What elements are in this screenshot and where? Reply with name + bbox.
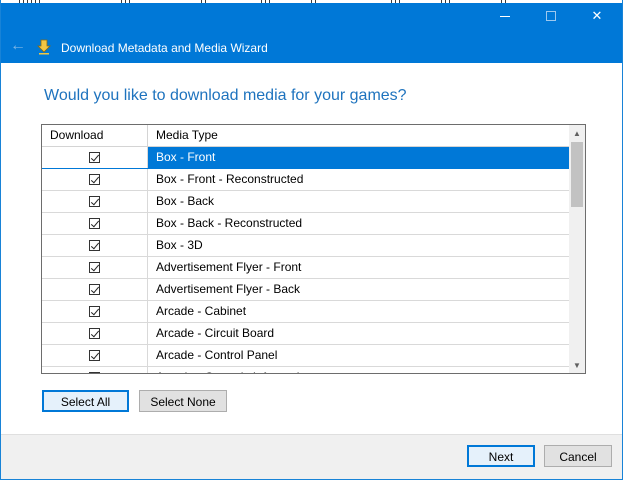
media-type-cell: Arcade - Cabinet bbox=[156, 304, 247, 318]
media-type-cell: Box - 3D bbox=[156, 238, 203, 252]
download-checkbox[interactable] bbox=[89, 218, 100, 229]
table-row[interactable]: Box - Back bbox=[42, 191, 569, 213]
media-type-cell: Arcade - Circuit Board bbox=[156, 326, 275, 340]
table-row[interactable]: Arcade - Circuit Board bbox=[42, 323, 569, 345]
media-type-grid[interactable]: Download Media Type Box - Front Box - Fro… bbox=[41, 124, 586, 374]
cancel-button[interactable]: Cancel bbox=[544, 445, 612, 467]
chevron-down-icon: ▼ bbox=[573, 360, 581, 370]
download-checkbox[interactable] bbox=[89, 240, 100, 251]
scroll-up-button[interactable]: ▲ bbox=[569, 125, 585, 141]
minimize-button[interactable] bbox=[482, 3, 528, 29]
table-row[interactable]: Arcade - Cabinet bbox=[42, 301, 569, 323]
media-type-cell: Advertisement Flyer - Back bbox=[156, 282, 301, 296]
close-icon: ✕ bbox=[591, 8, 603, 23]
download-checkbox[interactable] bbox=[89, 284, 100, 295]
page-heading: Would you like to download media for you… bbox=[44, 87, 407, 104]
table-row[interactable]: Box - Back - Reconstructed bbox=[42, 213, 569, 235]
select-all-button[interactable]: Select All bbox=[42, 390, 129, 412]
download-checkbox[interactable] bbox=[89, 262, 100, 273]
next-button[interactable]: Next bbox=[467, 445, 535, 467]
column-header-media-type[interactable]: Media Type bbox=[148, 125, 569, 146]
media-type-cell: Box - Back - Reconstructed bbox=[156, 216, 303, 230]
table-row[interactable]: Box - Front bbox=[42, 147, 569, 169]
scroll-down-button[interactable]: ▼ bbox=[569, 357, 585, 373]
grid-header: Download Media Type bbox=[42, 125, 569, 147]
select-none-button[interactable]: Select None bbox=[139, 390, 227, 412]
column-header-download[interactable]: Download bbox=[42, 125, 148, 146]
download-cell bbox=[42, 213, 148, 234]
chevron-up-icon: ▲ bbox=[573, 128, 581, 138]
table-row[interactable]: Advertisement Flyer - Back bbox=[42, 279, 569, 301]
download-checkbox[interactable] bbox=[89, 174, 100, 185]
download-cell bbox=[42, 367, 148, 373]
vertical-scrollbar[interactable]: ▲ ▼ bbox=[569, 125, 585, 373]
media-type-cell: Box - Back bbox=[156, 194, 215, 208]
table-row[interactable]: Advertisement Flyer - Front bbox=[42, 257, 569, 279]
download-cell bbox=[42, 235, 148, 256]
scroll-thumb[interactable] bbox=[571, 142, 583, 207]
download-checkbox[interactable] bbox=[89, 196, 100, 207]
media-type-cell: Box - Front bbox=[156, 150, 216, 164]
media-type-cell: Box - Front - Reconstructed bbox=[156, 172, 304, 186]
table-row[interactable]: Box - 3D bbox=[42, 235, 569, 257]
download-cell bbox=[42, 169, 148, 190]
download-cell bbox=[42, 301, 148, 322]
download-cell bbox=[42, 279, 148, 300]
table-row[interactable]: Box - Front - Reconstructed bbox=[42, 169, 569, 191]
title-bar: ✕ ← Download Metadata and Media Wizard bbox=[1, 0, 622, 63]
download-cell bbox=[42, 323, 148, 344]
media-type-cell: Advertisement Flyer - Front bbox=[156, 260, 302, 274]
download-checkbox[interactable] bbox=[89, 152, 100, 163]
wizard-window: ✕ ← Download Metadata and Media Wizard W… bbox=[0, 0, 623, 480]
download-checkbox[interactable] bbox=[89, 350, 100, 361]
download-arrow-icon bbox=[37, 39, 51, 55]
download-cell bbox=[42, 191, 148, 212]
close-button[interactable]: ✕ bbox=[574, 3, 620, 29]
media-type-cell: Arcade - Control Panel bbox=[156, 348, 278, 362]
table-row[interactable]: Arcade - Controls Information bbox=[42, 367, 569, 373]
download-checkbox[interactable] bbox=[89, 328, 100, 339]
media-type-cell: Arcade - Controls Information bbox=[148, 367, 569, 373]
download-checkbox[interactable] bbox=[89, 372, 100, 373]
maximize-button[interactable] bbox=[528, 3, 574, 29]
grid-rows: Box - Front Box - Front - Reconstructed Bo… bbox=[42, 147, 569, 373]
back-arrow-icon: ← bbox=[10, 37, 26, 54]
download-cell bbox=[42, 345, 148, 366]
window-title: Download Metadata and Media Wizard bbox=[61, 41, 268, 55]
download-checkbox[interactable] bbox=[89, 306, 100, 317]
download-cell bbox=[42, 147, 148, 168]
back-button[interactable]: ← bbox=[9, 36, 27, 56]
download-cell bbox=[42, 257, 148, 278]
table-row[interactable]: Arcade - Control Panel bbox=[42, 345, 569, 367]
